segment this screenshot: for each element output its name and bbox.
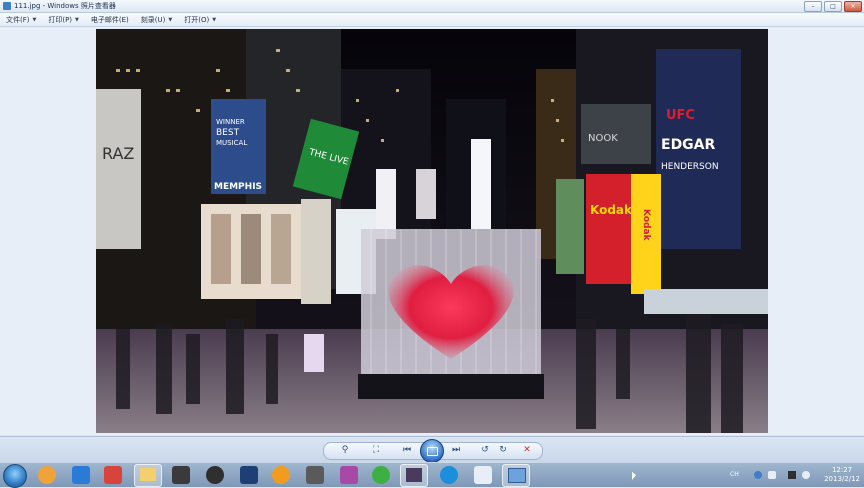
viewer-toolbar: ⚲ ⛶ ⏮ ⏭ ↺ ↻ ✕ bbox=[0, 436, 864, 463]
bird-app-icon[interactable] bbox=[72, 466, 90, 484]
menu-bar: 文件(F) ▼ 打印(P) ▼ 电子邮件(E) 刻录(U) ▼ 打开(O) ▼ bbox=[0, 13, 864, 27]
clapboard-icon bbox=[406, 468, 422, 482]
magnifier-icon[interactable]: ⚲ bbox=[336, 443, 354, 457]
help-icon[interactable] bbox=[754, 471, 762, 479]
svg-text:MUSICAL: MUSICAL bbox=[216, 139, 247, 147]
menu-file[interactable]: 文件(F) ▼ bbox=[0, 15, 42, 25]
chevron-down-icon: ▼ bbox=[212, 16, 217, 23]
video-editor-taskbar-item[interactable] bbox=[400, 464, 428, 487]
notepad-icon[interactable] bbox=[474, 466, 492, 484]
svg-text:EDGAR: EDGAR bbox=[661, 137, 716, 153]
volume-icon[interactable] bbox=[802, 471, 810, 479]
svg-text:UFC: UFC bbox=[666, 108, 695, 123]
photo-viewer-app-icon bbox=[3, 2, 11, 10]
photoshop-icon[interactable] bbox=[240, 466, 258, 484]
menu-print-label: 打印(P) bbox=[48, 15, 73, 24]
menu-file-label: 文件(F) bbox=[6, 15, 30, 24]
displayed-photo: RAZ WINNER BEST MUSICAL MEMPHIS THE LIVE… bbox=[96, 29, 768, 433]
billboard-raz-text: RAZ bbox=[102, 144, 134, 163]
rotate-right-icon[interactable]: ↻ bbox=[496, 443, 510, 457]
svg-text:HENDERSON: HENDERSON bbox=[661, 162, 719, 172]
minimize-button[interactable]: – bbox=[804, 1, 822, 12]
photo-viewer-icon bbox=[508, 468, 526, 483]
browser-app-icon[interactable] bbox=[372, 466, 390, 484]
slideshow-button[interactable] bbox=[420, 439, 444, 463]
clock-date: 2013/2/12 bbox=[824, 475, 860, 483]
taskbar: CH 12:27 2013/2/12 bbox=[0, 462, 864, 488]
svg-text:MEMPHIS: MEMPHIS bbox=[214, 182, 262, 192]
billboard-nook-text: NOOK bbox=[588, 133, 618, 144]
maximize-button[interactable]: □ bbox=[824, 1, 842, 12]
svg-text:WINNER: WINNER bbox=[216, 118, 245, 126]
keyboard-icon[interactable] bbox=[768, 471, 776, 479]
network-icon[interactable] bbox=[788, 471, 796, 479]
close-button[interactable]: ✕ bbox=[844, 1, 862, 12]
clock-time: 12:27 bbox=[831, 466, 853, 474]
gimp-style-icon[interactable] bbox=[206, 466, 224, 484]
window-controls: – □ ✕ bbox=[804, 1, 862, 12]
menu-burn[interactable]: 刻录(U) ▼ bbox=[135, 15, 178, 25]
previous-icon[interactable]: ⏮ bbox=[397, 443, 417, 457]
start-button[interactable] bbox=[3, 464, 27, 488]
terminal-app-icon[interactable] bbox=[172, 466, 190, 484]
menu-email[interactable]: 电子邮件(E) bbox=[85, 15, 135, 25]
slideshow-icon bbox=[427, 447, 438, 456]
editor-app-icon[interactable] bbox=[340, 466, 358, 484]
svg-text:Kodak: Kodak bbox=[590, 203, 633, 217]
sogou-icon[interactable] bbox=[440, 466, 458, 484]
chevron-down-icon: ▼ bbox=[168, 16, 173, 23]
chevron-down-icon: ▼ bbox=[32, 16, 37, 23]
pen-app-icon[interactable] bbox=[104, 466, 122, 484]
window-title: 111.jpg - Windows 照片查看器 bbox=[14, 2, 116, 10]
system-tray: CH 12:27 2013/2/12 bbox=[712, 464, 864, 486]
menu-print[interactable]: 打印(P) ▼ bbox=[42, 15, 85, 25]
menu-open-label: 打开(O) bbox=[184, 15, 210, 24]
chevron-down-icon: ▼ bbox=[75, 16, 79, 23]
menu-burn-label: 刻录(U) bbox=[140, 15, 166, 24]
times-square-photo: RAZ WINNER BEST MUSICAL MEMPHIS THE LIVE… bbox=[96, 29, 768, 433]
menu-open[interactable]: 打开(O) ▼ bbox=[178, 15, 222, 25]
photo-viewer-taskbar-item[interactable] bbox=[502, 464, 530, 487]
explorer-taskbar-item[interactable] bbox=[134, 464, 162, 487]
menu-email-label: 电子邮件(E) bbox=[90, 15, 129, 24]
clock[interactable]: 12:27 2013/2/12 bbox=[824, 466, 860, 484]
input-language-indicator[interactable]: CH bbox=[730, 471, 739, 478]
firefox-icon[interactable] bbox=[38, 466, 56, 484]
video-app-icon[interactable] bbox=[306, 466, 324, 484]
next-icon[interactable]: ⏭ bbox=[446, 443, 466, 457]
svg-text:BEST: BEST bbox=[216, 128, 240, 138]
rotate-left-icon[interactable]: ↺ bbox=[478, 443, 492, 457]
svg-text:Kodak: Kodak bbox=[641, 209, 651, 242]
viewer-area: RAZ WINNER BEST MUSICAL MEMPHIS THE LIVE… bbox=[0, 27, 864, 435]
media-player-icon[interactable] bbox=[272, 466, 290, 484]
fit-window-icon[interactable]: ⛶ bbox=[368, 443, 384, 457]
mouse-cursor bbox=[632, 472, 636, 480]
delete-icon[interactable]: ✕ bbox=[520, 443, 534, 457]
title-bar: 111.jpg - Windows 照片查看器 – □ ✕ bbox=[0, 0, 864, 13]
folder-icon bbox=[140, 468, 156, 481]
